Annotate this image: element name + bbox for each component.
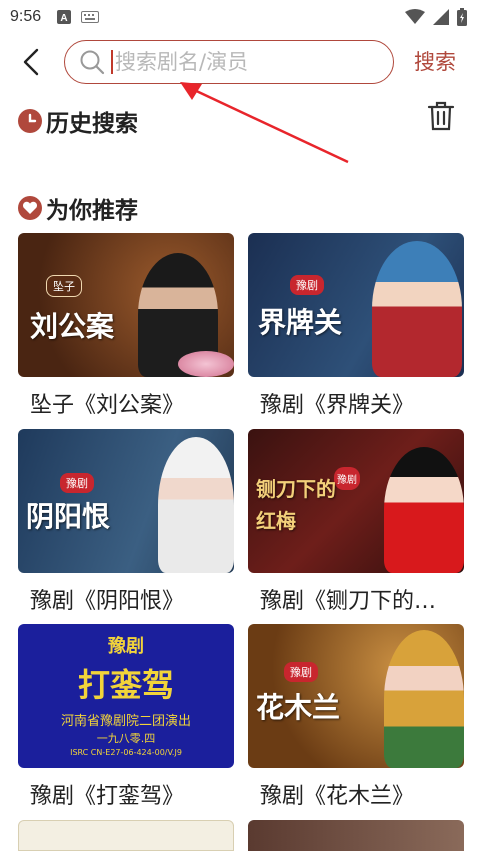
keyboard-icon <box>81 11 100 23</box>
chevron-left-icon <box>23 48 39 76</box>
flower-decoration <box>178 351 234 377</box>
status-notification-icons: A <box>57 10 100 24</box>
svg-text:A: A <box>61 13 68 24</box>
thumbnail-title: 刘公案 <box>30 310 115 343</box>
video-thumbnail: 豫剧 花木兰 <box>248 624 464 768</box>
history-section-header: 历史搜索 <box>18 104 138 138</box>
annotation-arrow <box>180 82 349 164</box>
thumbnail-title: 花木兰 <box>256 691 341 724</box>
recommend-title: 为你推荐 <box>46 198 138 224</box>
video-card[interactable]: 豫剧 界牌关 豫剧《界牌关》 <box>248 233 464 419</box>
video-card[interactable]: 豫剧 打銮驾 河南省豫剧院二团演出 一九八零.四 ISRC CN-E27-06-… <box>18 624 234 810</box>
thumbnail-title: 铡刀下的红梅 <box>256 477 336 533</box>
video-thumbnail: 豫剧 阴阳恨 <box>18 429 234 573</box>
genre-tag: 坠子 <box>46 275 82 297</box>
thumbnail-title: 阴阳恨 <box>26 500 111 533</box>
video-thumbnail: 坠子 刘公案 <box>18 233 234 377</box>
thumbnail-title: 界牌关 <box>258 306 343 339</box>
video-card-partial[interactable] <box>18 820 234 851</box>
video-card-partial[interactable] <box>248 820 464 851</box>
search-input[interactable] <box>115 50 375 74</box>
video-thumbnail: 豫剧 打銮驾 河南省豫剧院二团演出 一九八零.四 ISRC CN-E27-06-… <box>18 624 234 768</box>
trash-icon <box>427 101 455 131</box>
history-title: 历史搜索 <box>46 111 138 137</box>
genre-label: 豫剧 <box>108 636 144 657</box>
video-title: 豫剧《铡刀下的红梅》 <box>260 589 458 614</box>
status-system-icons <box>405 8 467 26</box>
thumbnail-title: 打銮驾 <box>77 666 174 704</box>
text-cursor <box>111 50 113 74</box>
clear-history-button[interactable] <box>426 100 456 132</box>
video-title: 豫剧《花木兰》 <box>260 784 415 809</box>
status-bar: 9:56 A <box>0 0 479 34</box>
status-time: 9:56 <box>10 8 42 25</box>
wifi-icon <box>405 9 425 24</box>
video-card[interactable]: 坠子 刘公案 坠子《刘公案》 <box>18 233 234 419</box>
video-title: 豫剧《阴阳恨》 <box>30 589 185 614</box>
troupe-label: 河南省豫剧院二团演出 <box>60 714 191 729</box>
search-button[interactable]: 搜索 <box>414 46 456 76</box>
video-title: 豫剧《打銮驾》 <box>30 784 185 809</box>
isrc-label: ISRC CN-E27-06-424-00/V.J9 <box>70 748 182 757</box>
back-button[interactable] <box>16 46 46 78</box>
battery-icon <box>457 8 467 26</box>
signal-icon <box>433 9 449 25</box>
search-icon <box>79 49 105 75</box>
genre-tag: 豫剧 <box>290 275 324 295</box>
genre-tag: 豫剧 <box>60 473 94 493</box>
video-card[interactable]: 豫剧 铡刀下的红梅 豫剧《铡刀下的红梅》 <box>248 429 464 615</box>
heart-icon <box>18 196 42 220</box>
video-title: 豫剧《界牌关》 <box>260 393 415 418</box>
video-card[interactable]: 豫剧 花木兰 豫剧《花木兰》 <box>248 624 464 810</box>
video-title: 坠子《刘公案》 <box>30 393 185 418</box>
clock-icon <box>18 109 42 133</box>
genre-tag: 豫剧 <box>284 662 318 682</box>
video-thumbnail: 豫剧 铡刀下的红梅 <box>248 429 464 573</box>
video-thumbnail: 豫剧 界牌关 <box>248 233 464 377</box>
font-a-icon: A <box>57 10 72 24</box>
video-thumbnail <box>248 820 464 851</box>
video-card[interactable]: 豫剧 阴阳恨 豫剧《阴阳恨》 <box>18 429 234 615</box>
video-thumbnail <box>18 820 234 851</box>
date-label: 一九八零.四 <box>96 732 156 745</box>
recommend-section-header: 为你推荐 <box>18 191 138 225</box>
